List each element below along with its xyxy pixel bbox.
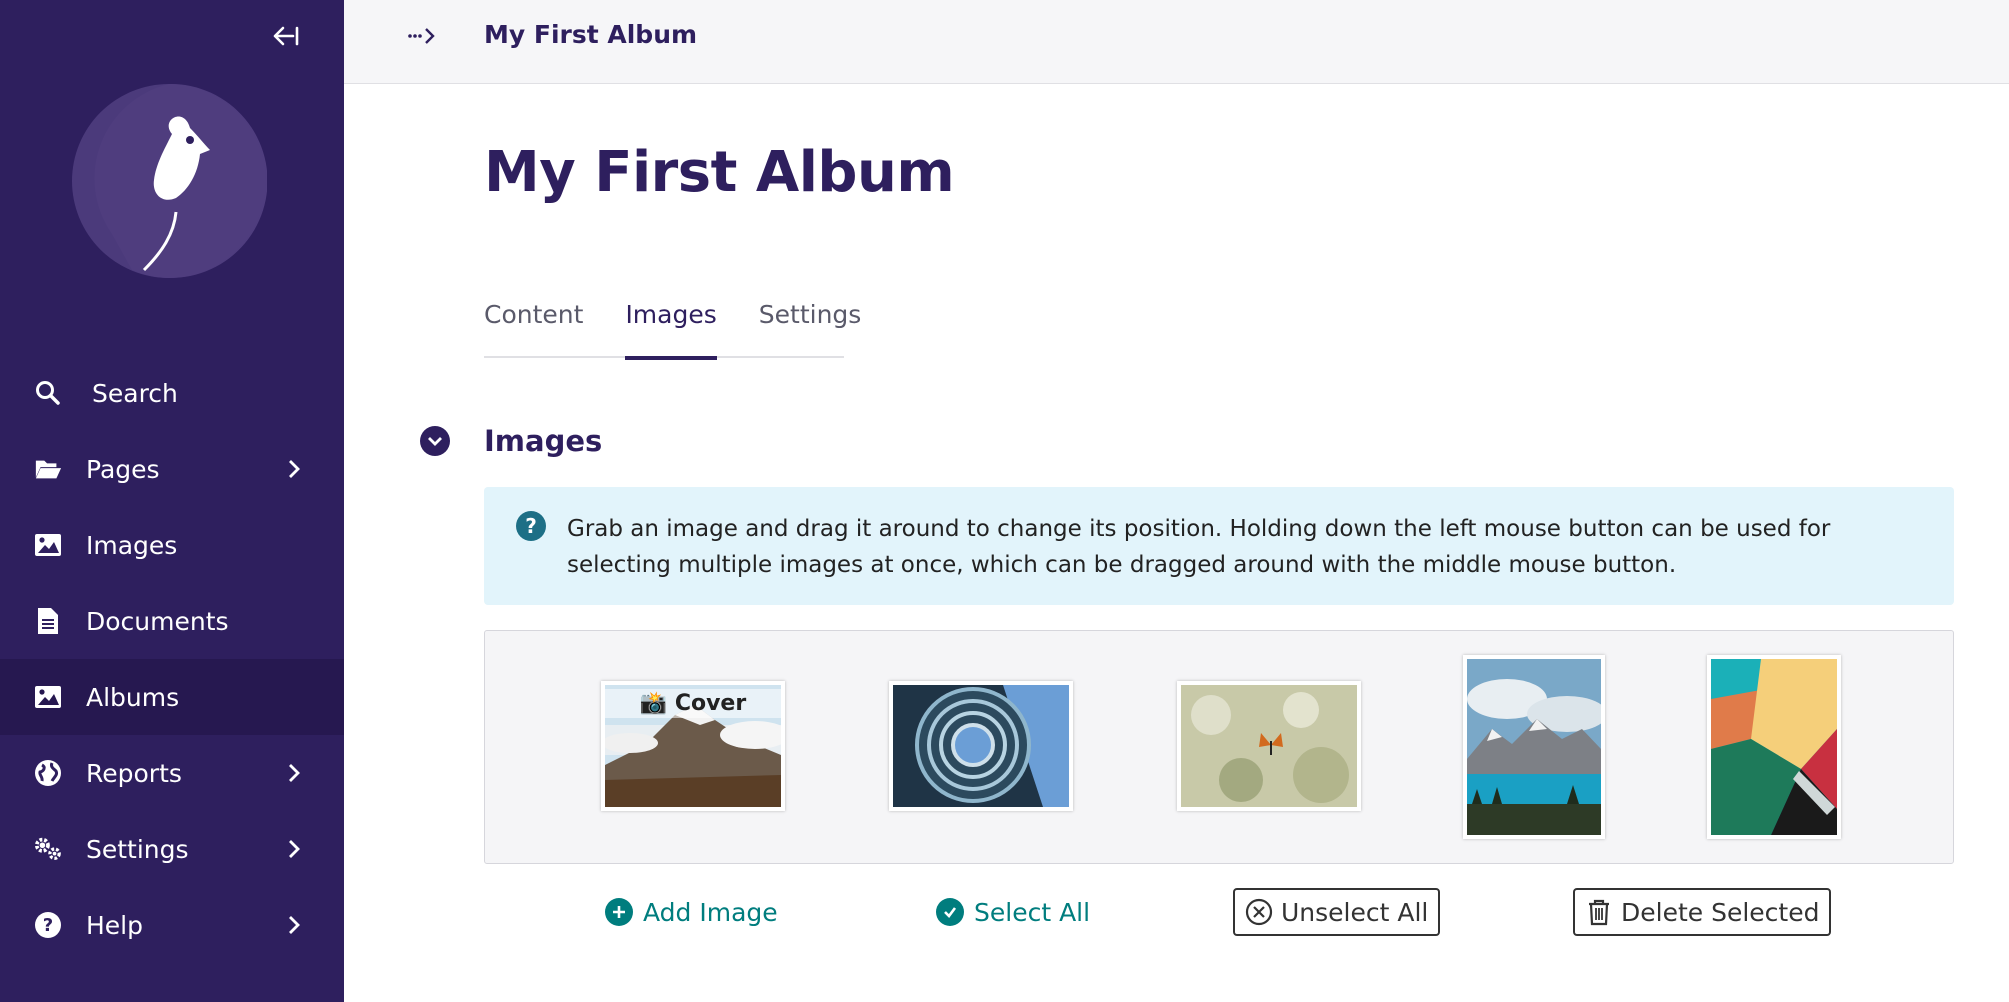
help-text: Grab an image and drag it around to chan…	[567, 516, 1831, 578]
chevron-right-icon	[282, 837, 306, 861]
sidebar-item-label: Albums	[86, 682, 180, 712]
section-collapse-button[interactable]	[420, 426, 450, 456]
image-gallery: 📸 Cover	[484, 630, 1954, 864]
sidebar-item-label: Search	[92, 378, 178, 408]
wagtail-bird-icon	[72, 83, 268, 278]
sidebar-item-reports[interactable]: Reports	[0, 735, 344, 811]
image-icon	[34, 531, 62, 559]
image-thumbnail[interactable]	[1177, 681, 1361, 811]
image-thumbnail[interactable]: 📸 Cover	[601, 681, 785, 811]
tab-settings[interactable]: Settings	[759, 292, 862, 358]
breadcrumb-current[interactable]: My First Album	[484, 20, 697, 49]
sidebar-item-help[interactable]: ? Help	[0, 887, 344, 963]
help-icon: ?	[34, 911, 62, 939]
search-icon	[34, 379, 62, 407]
tab-content[interactable]: Content	[484, 292, 583, 358]
breadcrumb-toggle-button[interactable]	[406, 24, 442, 54]
section-title: Images	[484, 424, 603, 458]
image-thumbnail[interactable]	[1707, 655, 1841, 839]
sidebar-item-albums[interactable]: Albums	[0, 659, 344, 735]
collapse-sidebar-button[interactable]	[268, 24, 304, 54]
sidebar-item-documents[interactable]: Documents	[0, 583, 344, 659]
sidebar: Search Pages Images Documents Albums Rep…	[0, 0, 344, 1002]
chevron-right-icon	[282, 913, 306, 937]
spiral-building-image	[893, 685, 1069, 807]
sidebar-item-settings[interactable]: Settings	[0, 811, 344, 887]
sidebar-nav: Search Pages Images Documents Albums Rep…	[0, 355, 344, 963]
document-icon	[34, 607, 62, 635]
tab-bar: Content Images Settings	[484, 292, 861, 360]
cogs-icon	[34, 835, 62, 863]
header-bar: My First Album	[344, 0, 2009, 84]
folder-open-icon	[34, 455, 62, 483]
plus-circle-icon	[605, 898, 633, 926]
chevron-right-icon	[282, 457, 306, 481]
wagtail-logo[interactable]	[72, 83, 268, 279]
unselect-all-label: Unselect All	[1281, 897, 1429, 927]
mountain-image: 📸 Cover	[605, 685, 781, 807]
image-thumbnail[interactable]	[889, 681, 1073, 811]
image-thumbnail[interactable]	[1463, 655, 1605, 839]
sidebar-item-images[interactable]: Images	[0, 507, 344, 583]
tab-images[interactable]: Images	[625, 292, 718, 360]
globe-icon	[34, 759, 62, 787]
select-all-label: Select All	[974, 897, 1091, 927]
add-image-label: Add Image	[643, 897, 778, 927]
help-block: ? Grab an image and drag it around to ch…	[484, 487, 1954, 605]
help-icon: ?	[516, 511, 546, 541]
check-circle-icon	[936, 898, 964, 926]
lake-image	[1467, 659, 1601, 835]
collapse-left-icon	[273, 26, 299, 46]
svg-text:?: ?	[43, 915, 53, 936]
butterfly-image	[1181, 685, 1357, 807]
abstract-image	[1711, 659, 1837, 835]
close-circle-icon	[1245, 898, 1273, 926]
cover-badge: 📸 Cover	[605, 689, 781, 718]
sidebar-item-label: Images	[86, 530, 178, 560]
sidebar-item-label: Documents	[86, 606, 229, 636]
unselect-all-button[interactable]: Unselect All	[1233, 888, 1441, 936]
sidebar-item-search[interactable]: Search	[0, 355, 344, 431]
trash-icon	[1585, 898, 1613, 926]
page-title: My First Album	[484, 140, 955, 205]
delete-selected-button[interactable]: Delete Selected	[1573, 888, 1832, 936]
breadcrumb-expand-icon	[408, 28, 435, 44]
chevron-right-icon	[282, 761, 306, 785]
image-icon	[34, 683, 62, 711]
sidebar-item-pages[interactable]: Pages	[0, 431, 344, 507]
select-all-button[interactable]: Select All	[936, 888, 1090, 936]
gallery-actions: Add Image Select All Unselect All Delete…	[484, 888, 1954, 938]
delete-selected-label: Delete Selected	[1621, 897, 1820, 927]
add-image-button[interactable]: Add Image	[605, 888, 778, 936]
chevron-down-icon	[428, 437, 442, 446]
